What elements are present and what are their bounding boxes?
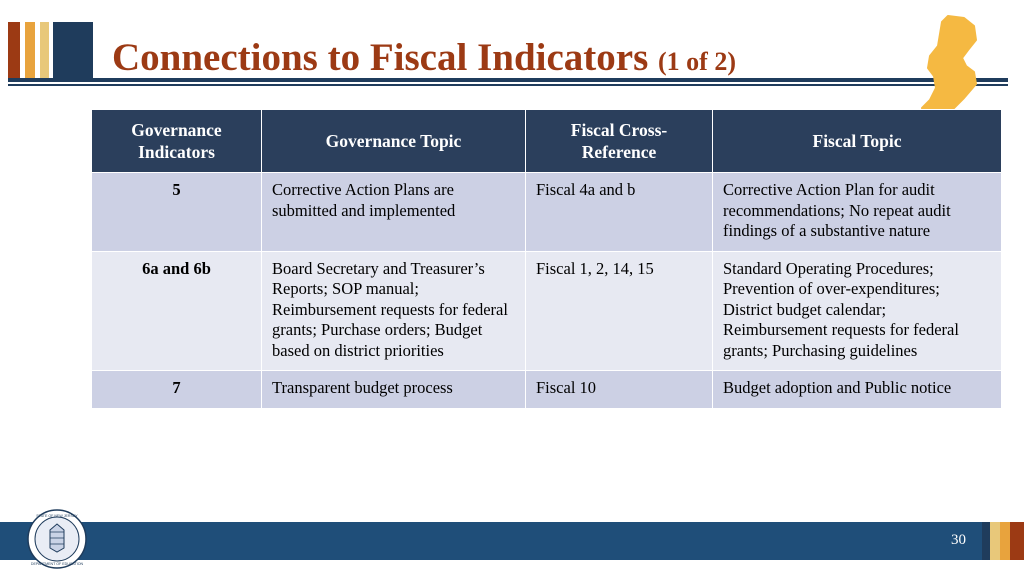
cell-governance-indicator: 6a and 6b (91, 250, 262, 371)
column-header-fiscal-topic: Fiscal Topic (712, 109, 1002, 173)
seal-label-top: STATE OF NEW JERSEY (36, 514, 78, 518)
cell-governance-indicator: 5 (91, 172, 262, 252)
title-divider-thick (8, 78, 1008, 82)
table-row: 7 Transparent budget process Fiscal 10 B… (91, 370, 1002, 409)
page-title-subtitle: (1 of 2) (658, 47, 736, 76)
cell-fiscal-topic: Standard Operating Procedures; Preventio… (712, 250, 1002, 371)
fiscal-indicators-table-wrapper: Governance Indicators Governance Topic F… (91, 109, 1002, 409)
column-header-governance-indicators: Governance Indicators (91, 109, 262, 173)
accent-bar-navy (53, 22, 93, 78)
cell-fiscal-cross-reference: Fiscal 10 (525, 370, 713, 409)
cell-governance-topic: Board Secretary and Treasurer’s Reports;… (261, 250, 526, 371)
fiscal-indicators-table: Governance Indicators Governance Topic F… (91, 109, 1002, 409)
column-header-fiscal-cross-reference: Fiscal Cross-Reference (525, 109, 713, 173)
page-title-main: Connections to Fiscal Indicators (112, 36, 658, 79)
column-header-governance-topic: Governance Topic (261, 109, 526, 173)
cell-fiscal-topic: Budget adoption and Public notice (712, 370, 1002, 409)
accent-bar-orange (25, 22, 35, 78)
cell-fiscal-topic: Corrective Action Plan for audit recomme… (712, 172, 1002, 252)
footer-accent-gold (990, 522, 1000, 560)
footer-accent-navy (982, 522, 990, 560)
nj-department-of-education-seal-icon: STATE OF NEW JERSEY DEPARTMENT OF EDUCAT… (27, 509, 87, 569)
cell-governance-topic: Corrective Action Plans are submitted an… (261, 172, 526, 252)
accent-bar-red (8, 22, 20, 78)
page-number: 30 (951, 532, 966, 548)
title-accent-bars (8, 22, 93, 78)
seal-label-bottom: DEPARTMENT OF EDUCATION (31, 562, 84, 566)
accent-bar-gold (40, 22, 49, 78)
footer-accent-red (1010, 522, 1024, 560)
table-header-row: Governance Indicators Governance Topic F… (91, 109, 1002, 173)
footer-bar: 30 (0, 522, 1024, 560)
table-row: 6a and 6b Board Secretary and Treasurer’… (91, 250, 1002, 371)
cell-governance-indicator: 7 (91, 370, 262, 409)
title-divider-thin (8, 84, 1008, 86)
footer-accent-orange (1000, 522, 1010, 560)
table-row: 5 Corrective Action Plans are submitted … (91, 172, 1002, 252)
cell-fiscal-cross-reference: Fiscal 4a and b (525, 172, 713, 252)
cell-fiscal-cross-reference: Fiscal 1, 2, 14, 15 (525, 250, 713, 371)
footer-accent-bars (982, 522, 1024, 560)
cell-governance-topic: Transparent budget process (261, 370, 526, 409)
